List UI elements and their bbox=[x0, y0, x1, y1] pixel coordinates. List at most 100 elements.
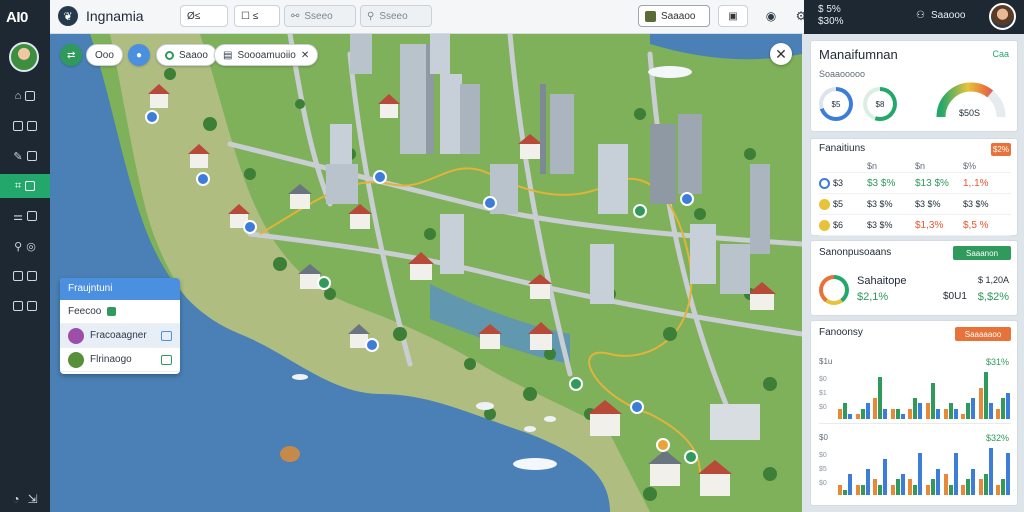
chart-bar bbox=[996, 408, 1001, 419]
chart-bar bbox=[983, 474, 988, 495]
status-button[interactable]: Saaaoo bbox=[638, 5, 710, 27]
grid-icon bbox=[13, 121, 23, 131]
ring1-label: $5 bbox=[831, 99, 841, 109]
exit-icon[interactable]: ⇲ bbox=[28, 492, 38, 506]
nav-settings[interactable] bbox=[0, 294, 50, 318]
chart-bar bbox=[926, 403, 930, 419]
chart-bar bbox=[865, 469, 870, 495]
chart-bar bbox=[936, 469, 940, 495]
chart-bar bbox=[971, 469, 976, 495]
window-icon bbox=[13, 301, 23, 311]
right-panel: Manaifumnan Caa Soaaooooo $5 $8 $50S Fan… bbox=[802, 34, 1024, 512]
frame-icon bbox=[27, 301, 37, 311]
toggle-icon[interactable] bbox=[161, 354, 172, 365]
chart-bar bbox=[926, 484, 930, 495]
stats-row[interactable]: $3 $3 $% $13 $% 1,.1% bbox=[819, 173, 1011, 194]
chart-bar bbox=[988, 403, 993, 419]
sliders-icon: ⚌ bbox=[13, 210, 23, 223]
circle-icon bbox=[819, 177, 830, 189]
chart-bar bbox=[908, 408, 913, 419]
app-title: Ingnamia bbox=[86, 8, 144, 24]
nav-reports[interactable]: ⚌ bbox=[0, 204, 50, 228]
chip-status[interactable]: Saaoo bbox=[156, 44, 217, 66]
nav-analytics[interactable]: ⌗ bbox=[0, 174, 50, 198]
donut-chart bbox=[819, 275, 849, 305]
chip-filter[interactable]: Ooo bbox=[86, 44, 123, 66]
chart-bar bbox=[971, 398, 976, 419]
tools-button[interactable]: ☐ ≤ bbox=[234, 5, 280, 27]
stats-cell: $3 $% bbox=[867, 177, 896, 189]
app-logo: AI0 bbox=[6, 9, 28, 26]
chip2-label: Saaoo bbox=[179, 49, 208, 61]
stats-cell: $3 $% bbox=[867, 220, 893, 230]
layer-row[interactable]: Flrinaogo bbox=[60, 348, 180, 372]
nav-layers[interactable] bbox=[0, 114, 50, 138]
nav-tools[interactable]: ⚲ ◎ bbox=[0, 234, 50, 258]
leaf-icon: ❦ bbox=[58, 6, 78, 26]
ring-chart-1: $5 bbox=[819, 87, 853, 121]
layer-row[interactable]: Feecoo bbox=[60, 300, 180, 324]
chart-bar bbox=[848, 413, 852, 419]
pin-icon: ● bbox=[135, 49, 143, 61]
chart-bar bbox=[948, 484, 953, 495]
table-icon bbox=[25, 181, 36, 191]
left-rail: AI0 ⌂ ✎ ⌗ ⚌ ⚲ ◎ ◔ ⇲ bbox=[0, 0, 50, 512]
chart-bar bbox=[900, 413, 905, 419]
coin-icon bbox=[819, 198, 830, 210]
toggle-icon[interactable] bbox=[161, 330, 172, 341]
stats-cell: $6 bbox=[833, 220, 844, 230]
summary-button[interactable]: Saaanon bbox=[953, 246, 1011, 260]
stats-header-row: $n $n $% bbox=[819, 159, 1011, 173]
doc-icon: ▤ bbox=[223, 49, 233, 61]
chart-bar bbox=[843, 489, 847, 495]
chip-search[interactable]: ▤ Soooamuoiio ✕ bbox=[214, 44, 319, 66]
map-icon bbox=[645, 10, 656, 22]
nav-home[interactable]: ⌂ bbox=[0, 84, 50, 108]
nav-edit[interactable]: ✎ bbox=[0, 144, 50, 168]
user-avatar[interactable] bbox=[989, 3, 1016, 30]
user-label: Saaooo bbox=[930, 10, 966, 21]
chart2-label-left: $0 bbox=[819, 433, 828, 442]
view-button[interactable]: Ø≤ bbox=[180, 5, 228, 27]
chart-bar bbox=[895, 479, 900, 495]
chart1-label-right: $31% bbox=[985, 357, 1009, 367]
screen-button[interactable]: ▣ bbox=[718, 5, 748, 27]
stats-header: $n bbox=[915, 160, 926, 171]
card-title: Sanonpusoaans bbox=[819, 247, 892, 258]
chart-bar bbox=[966, 403, 971, 419]
stats-row[interactable]: $6 $3 $% $1,3% $,5 % bbox=[819, 215, 1011, 236]
avatar[interactable] bbox=[9, 42, 39, 72]
tick-label: $0 bbox=[819, 376, 827, 383]
search-input-1[interactable]: ⚯ Sseeo bbox=[284, 5, 356, 27]
close-map-button[interactable]: ✕ bbox=[770, 43, 792, 65]
chart-bar bbox=[1006, 393, 1011, 419]
close-icon[interactable]: ✕ bbox=[301, 50, 309, 61]
stats-header: $n bbox=[867, 160, 878, 171]
stats-cell: $13 $% bbox=[915, 177, 949, 189]
chart-bar bbox=[890, 484, 895, 495]
search1-label: Sseeo bbox=[304, 10, 333, 22]
lock-icon bbox=[26, 151, 37, 161]
chart-bar bbox=[953, 408, 958, 419]
help-icon[interactable]: ◔ bbox=[12, 492, 19, 506]
chip-pin[interactable]: ● bbox=[128, 44, 150, 66]
tick-label: $5 bbox=[819, 466, 827, 473]
stats-cell: $3 $% bbox=[963, 199, 989, 209]
search-input-2[interactable]: ⚲ Sseeo bbox=[360, 5, 432, 27]
layer-avatar bbox=[68, 351, 84, 368]
frequency-button[interactable]: Saaaaaoo bbox=[955, 327, 1011, 341]
layer-row[interactable]: Fracoaagner bbox=[60, 324, 180, 348]
chart-bar bbox=[978, 387, 983, 419]
timer-icon[interactable]: ◉ bbox=[764, 9, 778, 23]
route-icon: ⇄ bbox=[67, 49, 76, 61]
stats-row[interactable]: $5 $3 $% $3 $% $3 $% bbox=[819, 194, 1011, 215]
stats-card: Fanaitiuns $2% $n $n $% $3 $3 $% $13 $% … bbox=[810, 138, 1018, 236]
card-title: Fanoonsy bbox=[819, 327, 863, 338]
nav-data[interactable] bbox=[0, 264, 50, 288]
chart-bar bbox=[908, 479, 913, 495]
city-map[interactable]: ⇄ Ooo ● Saaoo ▤ Soooamuoiio ✕ ✕ Fraujntuni… bbox=[50, 34, 802, 512]
chart-bar bbox=[918, 453, 923, 495]
overview-card: Manaifumnan Caa Soaaooooo $5 $8 $50S bbox=[810, 40, 1018, 132]
chart-bar bbox=[855, 484, 860, 495]
user-menu[interactable]: ⚇ Saaooo bbox=[916, 10, 965, 21]
